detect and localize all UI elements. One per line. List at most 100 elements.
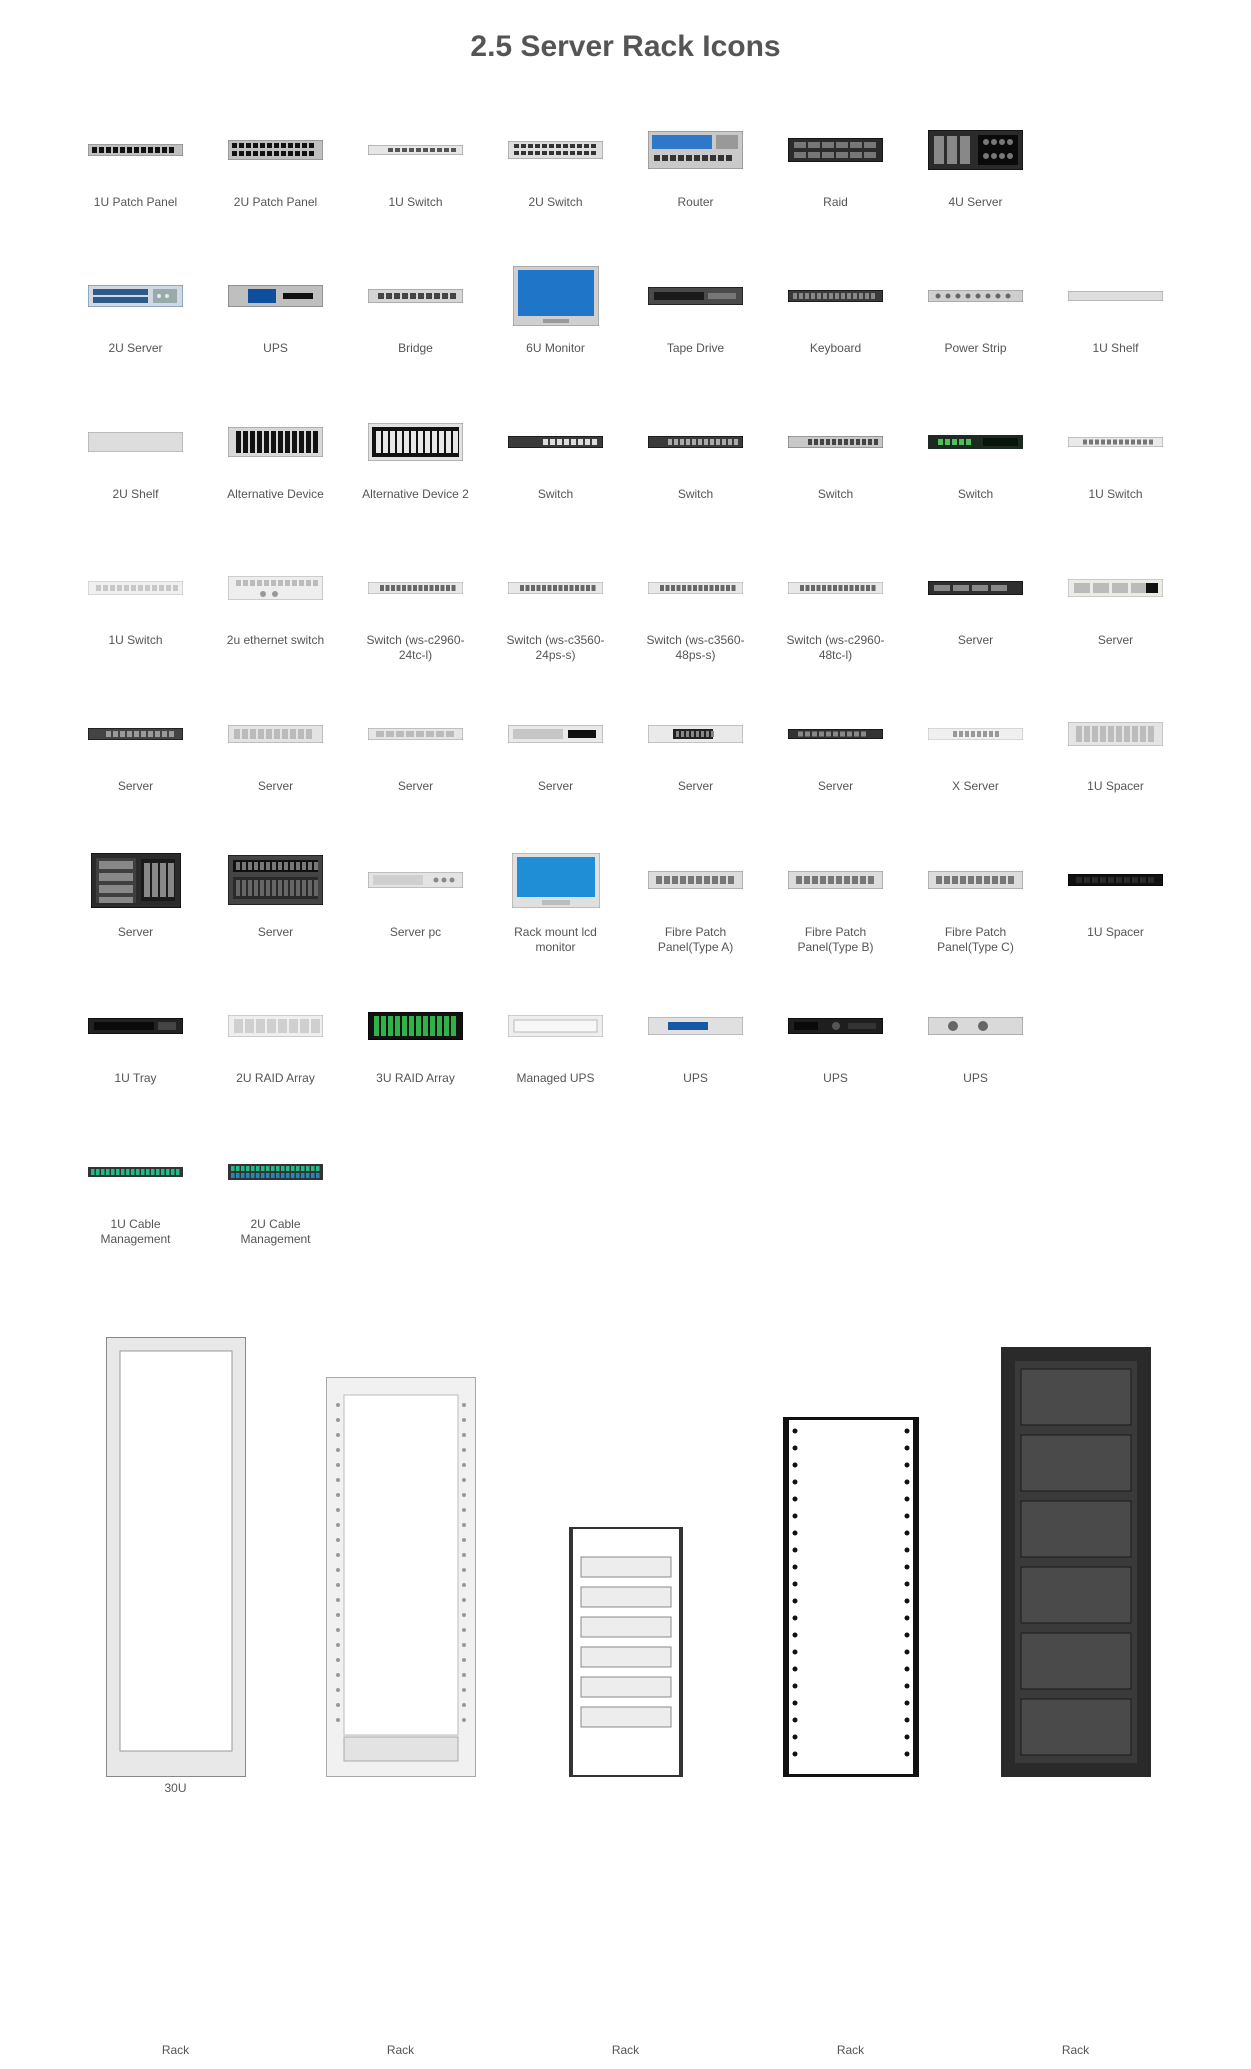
blank-cell [1052, 1141, 1180, 1287]
rack-label: Rack [71, 2043, 281, 2057]
icon-label: Keyboard [810, 341, 861, 373]
server-g-icon [648, 703, 743, 765]
icon-label: 2U Shelf [112, 487, 158, 519]
server-pc-icon [368, 849, 463, 911]
icon-label: Alternative Device 2 [362, 487, 469, 519]
rack-rack-c [521, 1307, 731, 1795]
fibre-patch-panel-type-a-icon [648, 849, 743, 911]
icon-label: UPS [683, 1071, 708, 1103]
icon-ups: UPS [212, 265, 340, 411]
icon-server-h: Server [772, 703, 900, 849]
blank-cell [352, 1141, 480, 1287]
1u-cable-management-icon [88, 1141, 183, 1203]
icon-label: Switch [818, 487, 853, 519]
rack-label: Rack [521, 2043, 731, 2057]
icon-1u-tray: 1U Tray [72, 995, 200, 1141]
icon-power-strip: Power Strip [912, 265, 1040, 411]
2u-patch-panel-icon [228, 119, 323, 181]
2u-shelf-icon [88, 411, 183, 473]
icon-rack-mount-lcd-monitor: Rack mount lcd monitor [492, 849, 620, 995]
icon-2u-cable-management: 2U Cable Management [212, 1141, 340, 1287]
rack-rack-e [971, 1307, 1181, 1795]
switch-ws-c2960-48tc-l-icon [788, 557, 883, 619]
icon-label: Bridge [398, 341, 433, 373]
rack-rack-d [746, 1307, 956, 1795]
icon-label: 2U Switch [528, 195, 582, 227]
icon-label: Server [258, 925, 293, 957]
icon-label: Fibre Patch Panel(Type C) [921, 925, 1031, 957]
icon-label: Switch [678, 487, 713, 519]
icon-label: Rack mount lcd monitor [501, 925, 611, 957]
icon-2u-switch: 2U Switch [492, 119, 620, 265]
icon-label: Raid [823, 195, 848, 227]
rack-caption: 30U [164, 1781, 186, 1795]
bridge-icon [368, 265, 463, 327]
switch-a-icon [508, 411, 603, 473]
icon-server-pc: Server pc [352, 849, 480, 995]
rack-e-icon [1001, 1307, 1151, 1777]
ups-c-icon [788, 995, 883, 1057]
icon-label: 1U Patch Panel [94, 195, 177, 227]
1u-tray-icon [88, 995, 183, 1057]
icon-1u-switch-b: 1U Switch [1052, 411, 1180, 557]
rack-c-icon [561, 1307, 691, 1777]
blank-cell [1052, 995, 1180, 1141]
icon-fibre-patch-panel-type-b: Fibre Patch Panel(Type B) [772, 849, 900, 995]
icon-server-b: Server [1052, 557, 1180, 703]
ups-icon [228, 265, 323, 327]
page-title: 2.5 Server Rack Icons [10, 30, 1241, 64]
icon-1u-shelf: 1U Shelf [1052, 265, 1180, 411]
rack-label: Rack [971, 2043, 1181, 2057]
icon-keyboard: Keyboard [772, 265, 900, 411]
icon-2u-raid-array: 2U RAID Array [212, 995, 340, 1141]
icon-2u-ethernet-switch: 2u ethernet switch [212, 557, 340, 703]
icon-2u-patch-panel: 2U Patch Panel [212, 119, 340, 265]
icon-server-e: Server [352, 703, 480, 849]
icon-switch-d: Switch [912, 411, 1040, 557]
icon-6u-monitor: 6U Monitor [492, 265, 620, 411]
switch-d-icon [928, 411, 1023, 473]
3u-raid-array-icon [368, 995, 463, 1057]
icon-label: UPS [963, 1071, 988, 1103]
icon-label: Server [258, 779, 293, 811]
icon-2u-shelf: 2U Shelf [72, 411, 200, 557]
icon-alternative-device: Alternative Device [212, 411, 340, 557]
icon-label: Server [678, 779, 713, 811]
1u-switch-b-icon [1068, 411, 1163, 473]
server-f-icon [508, 703, 603, 765]
icon-4u-server: 4U Server [912, 119, 1040, 265]
icon-label: Tape Drive [667, 341, 724, 373]
icon-switch-ws-c2960-24tc-l: Switch (ws-c2960-24tc-l) [352, 557, 480, 703]
icon-fibre-patch-panel-type-c: Fibre Patch Panel(Type C) [912, 849, 1040, 995]
rack-label: Rack [746, 2043, 956, 2057]
icon-label: Managed UPS [516, 1071, 594, 1103]
rack-mount-lcd-monitor-icon [508, 849, 603, 911]
icon-ups-b: UPS [632, 995, 760, 1141]
icon-label: Alternative Device [227, 487, 324, 519]
tape-drive-icon [648, 265, 743, 327]
1u-patch-panel-icon [88, 119, 183, 181]
icon-switch-c: Switch [772, 411, 900, 557]
2u-ethernet-switch-icon [228, 557, 323, 619]
icon-1u-switch-c: 1U Switch [72, 557, 200, 703]
icon-tape-drive: Tape Drive [632, 265, 760, 411]
ups-d-icon [928, 995, 1023, 1057]
icon-label: Server [118, 925, 153, 957]
icon-raid: Raid [772, 119, 900, 265]
icon-label: UPS [263, 341, 288, 373]
server-i-icon [88, 849, 183, 911]
rack-rack-30u: 30U [71, 1307, 281, 1795]
rack-30u-icon [106, 1307, 246, 1777]
ups-b-icon [648, 995, 743, 1057]
server-b-icon [1068, 557, 1163, 619]
blank-cell [492, 1141, 620, 1287]
server-j-icon [228, 849, 323, 911]
icon-bridge: Bridge [352, 265, 480, 411]
switch-ws-c3560-24ps-s-icon [508, 557, 603, 619]
icon-label: 6U Monitor [526, 341, 585, 373]
1u-switch-c-icon [88, 557, 183, 619]
blank-cell [772, 1141, 900, 1287]
server-a-icon [928, 557, 1023, 619]
icon-label: 2U Server [108, 341, 162, 373]
icon-label: 1U Spacer [1087, 779, 1144, 811]
